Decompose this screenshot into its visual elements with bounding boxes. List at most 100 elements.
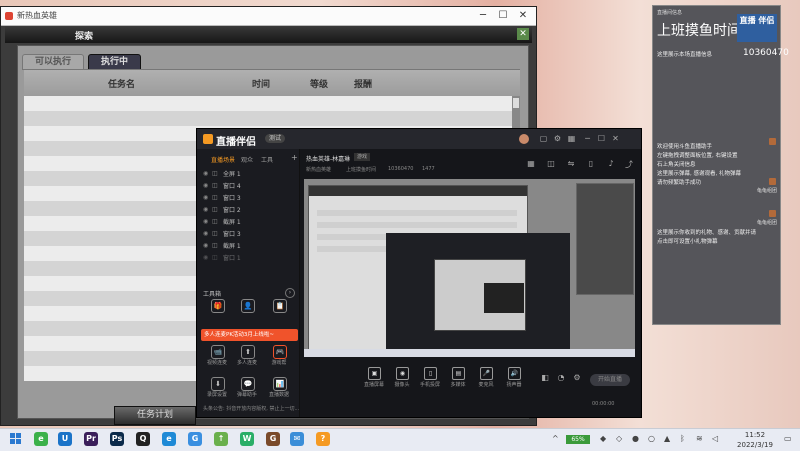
task-plan-button[interactable]: 任务计划 bbox=[114, 406, 196, 425]
list-item[interactable]: ◉ ◫ 窗口 3 bbox=[203, 193, 293, 203]
add-scene-icon[interactable]: + bbox=[291, 153, 298, 162]
tray-app-icon[interactable]: ◆ bbox=[600, 434, 606, 443]
windows-start-icon[interactable] bbox=[10, 433, 22, 445]
stream-app-titlebar[interactable]: 直播伴侣 测试 ▢ ⚙ ▦ ─ ☐ ✕ bbox=[197, 129, 641, 149]
close-icon[interactable]: ✕ bbox=[611, 134, 620, 143]
tab-scenes[interactable]: 直播场景 bbox=[211, 155, 235, 164]
tray-app-icon[interactable]: ○ bbox=[648, 434, 655, 443]
phone-icon[interactable]: ▯ bbox=[586, 159, 596, 169]
record-icon[interactable]: ◧ bbox=[540, 373, 550, 383]
scroll-thumb[interactable] bbox=[513, 98, 519, 108]
qq-icon[interactable]: Q bbox=[136, 432, 150, 446]
list-item[interactable]: ◉ ◫ 窗口 4 bbox=[203, 181, 293, 191]
tool-game-help[interactable]: 🎮 游戏帮 bbox=[265, 345, 293, 367]
table-row[interactable] bbox=[24, 96, 512, 111]
stats-icon[interactable]: ◔ bbox=[556, 373, 566, 383]
lock-icon[interactable]: ◫ bbox=[212, 218, 218, 225]
lock-icon[interactable]: ◫ bbox=[212, 206, 218, 213]
tray-app-icon[interactable]: ● bbox=[632, 434, 639, 443]
lock-icon[interactable]: ◫ bbox=[212, 254, 218, 261]
list-item[interactable]: ◉ ◫ 全屏 1 bbox=[203, 169, 293, 179]
tool-gift[interactable]: 🎁 bbox=[203, 299, 231, 321]
table-row[interactable] bbox=[24, 111, 512, 126]
tool-record[interactable]: ⬇ 录屏设置 bbox=[203, 377, 231, 399]
visibility-icon[interactable]: ◉ bbox=[203, 242, 209, 249]
lock-icon[interactable]: ◫ bbox=[212, 194, 218, 201]
mirror-icon[interactable]: ⇋ bbox=[566, 159, 576, 169]
wechat-icon[interactable]: W bbox=[240, 432, 254, 446]
visibility-icon[interactable]: ◉ bbox=[203, 170, 209, 177]
start-live-button[interactable]: 开始直播 bbox=[590, 374, 630, 386]
photoshop-icon[interactable]: Ps bbox=[110, 432, 124, 446]
lock-icon[interactable]: ◫ bbox=[212, 170, 218, 177]
stream-preview[interactable] bbox=[304, 179, 635, 357]
layout-icon[interactable]: ▦ bbox=[526, 159, 536, 169]
visibility-icon[interactable]: ◉ bbox=[203, 194, 209, 201]
list-item[interactable]: ◉ ◫ 窗口 1 bbox=[203, 253, 293, 263]
app-360-icon[interactable]: e bbox=[34, 432, 48, 446]
tray-app-icon[interactable]: ◇ bbox=[616, 434, 622, 443]
list-item[interactable]: ◉ ◫ 窗口 3 bbox=[203, 229, 293, 239]
visibility-icon[interactable]: ◉ bbox=[203, 182, 209, 189]
minimize-icon[interactable]: ─ bbox=[583, 134, 592, 143]
tab-in-progress[interactable]: 执行中 bbox=[88, 54, 142, 70]
visibility-icon[interactable]: ◉ bbox=[203, 206, 209, 213]
maximize-icon[interactable]: ☐ bbox=[495, 9, 511, 22]
tools-more-icon[interactable]: › bbox=[285, 288, 295, 298]
panel-close-icon[interactable]: ✕ bbox=[517, 28, 529, 40]
close-icon[interactable]: ✕ bbox=[515, 9, 531, 22]
premiere-icon[interactable]: Pr bbox=[84, 432, 98, 446]
tab-available[interactable]: 可以执行 bbox=[22, 54, 85, 70]
share-icon[interactable]: ⤴ bbox=[624, 159, 634, 169]
media-icon: ▤ bbox=[452, 367, 465, 380]
tray-chevron-icon[interactable]: ^ bbox=[552, 434, 559, 443]
bluetooth-icon[interactable]: ᛒ bbox=[680, 434, 685, 443]
brand-pill[interactable]: 测试 bbox=[265, 134, 286, 143]
list-item[interactable]: ◉ ◫ 窗口 2 bbox=[203, 205, 293, 215]
stream-title[interactable]: 热血英雄-林嘉琳 bbox=[306, 154, 350, 163]
lock-icon[interactable]: ◫ bbox=[546, 159, 556, 169]
stream-companion-icon[interactable]: ? bbox=[316, 432, 330, 446]
download-manager-icon[interactable]: ↑ bbox=[214, 432, 228, 446]
bell-icon[interactable]: ♪ bbox=[606, 159, 616, 169]
mail-icon[interactable]: ✉ bbox=[290, 432, 304, 446]
list-item[interactable]: ◉ ◫ 截屏 1 bbox=[203, 241, 293, 251]
lock-icon[interactable]: ◫ bbox=[212, 230, 218, 237]
wifi-icon[interactable]: ≋ bbox=[696, 434, 703, 443]
message-icon[interactable]: ▢ bbox=[539, 134, 548, 143]
lock-icon[interactable]: ◫ bbox=[212, 242, 218, 249]
clock[interactable]: 11:52 2022/3/19 bbox=[732, 430, 778, 450]
app-shield-icon[interactable]: U bbox=[58, 432, 72, 446]
avatar[interactable] bbox=[519, 134, 529, 144]
settings-icon[interactable]: ⚙ bbox=[572, 373, 582, 383]
tool-video-link[interactable]: 📹 视频连麦 bbox=[203, 345, 231, 367]
visibility-icon[interactable]: ◉ bbox=[203, 218, 209, 225]
visibility-icon[interactable]: ◉ bbox=[203, 254, 209, 261]
lock-icon[interactable]: ◫ bbox=[212, 182, 218, 189]
list-item[interactable]: ◉ ◫ 截屏 1 bbox=[203, 217, 293, 227]
promo-banner[interactable]: 多人连麦PK活动3月上线啦~ bbox=[201, 329, 298, 341]
settings-icon[interactable]: ⚙ bbox=[553, 134, 562, 143]
game-titlebar[interactable]: 新热血英雄 ─ ☐ ✕ bbox=[1, 7, 536, 26]
visibility-icon[interactable]: ◉ bbox=[203, 230, 209, 237]
battery-indicator[interactable]: 65% bbox=[566, 435, 590, 444]
notification-icon[interactable]: ▭ bbox=[784, 434, 792, 443]
grid-icon[interactable]: ▦ bbox=[567, 134, 576, 143]
tool-data[interactable]: 📊 直播数据 bbox=[265, 377, 293, 399]
tab-tools[interactable]: 工具 bbox=[261, 155, 273, 164]
browser-icon[interactable]: G bbox=[188, 432, 202, 446]
minimize-icon[interactable]: ─ bbox=[475, 9, 491, 22]
tool-danmaku[interactable]: 💬 弹幕助手 bbox=[233, 377, 261, 399]
col-reward: 报酬 bbox=[354, 80, 373, 90]
tool-multi-link[interactable]: ⬆ 多人连麦 bbox=[233, 345, 261, 367]
control-speaker[interactable]: 🔊 扬声器 bbox=[498, 367, 530, 395]
tool-clipboard[interactable]: 📋 bbox=[265, 299, 293, 321]
game-app-icon[interactable]: G bbox=[266, 432, 280, 446]
edge-icon[interactable]: e bbox=[162, 432, 176, 446]
tab-audience[interactable]: 观众 bbox=[241, 155, 253, 164]
category-tag[interactable]: 游戏 bbox=[354, 153, 371, 161]
maximize-icon[interactable]: ☐ bbox=[597, 134, 606, 143]
tool-user[interactable]: 👤 bbox=[233, 299, 261, 321]
tray-app-icon[interactable]: ▲ bbox=[664, 434, 670, 443]
volume-icon[interactable]: ◁ bbox=[712, 434, 718, 443]
